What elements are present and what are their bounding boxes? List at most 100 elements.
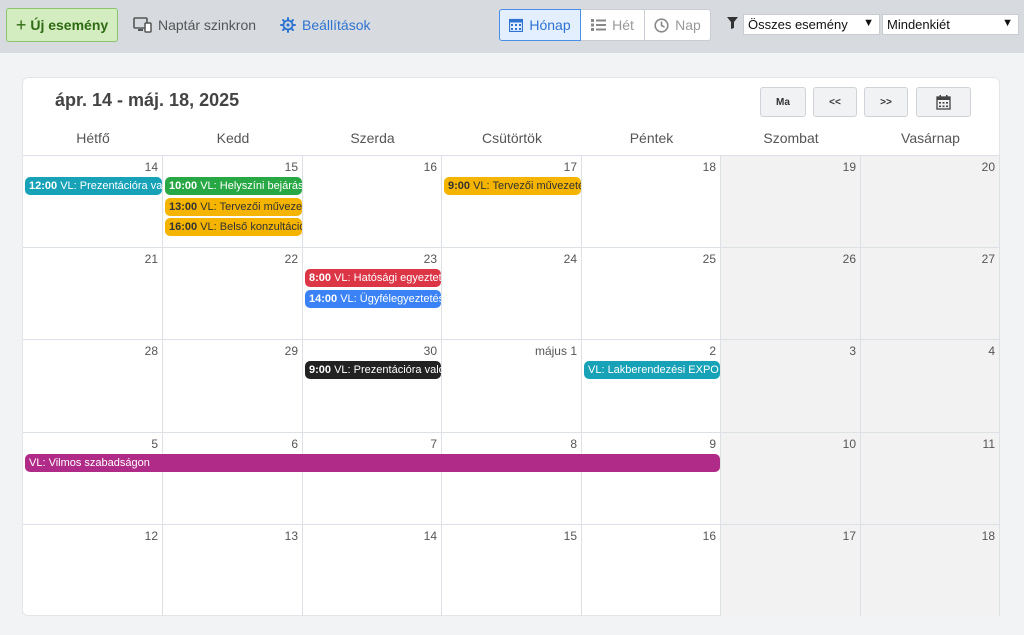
day-cell[interactable]: 25 — [582, 247, 721, 340]
day-number: 16 — [423, 160, 437, 174]
settings-button[interactable]: Beállítások — [280, 14, 370, 36]
day-cell[interactable]: 6 — [163, 431, 303, 524]
event-title: VL: Prezentációra való felkészülés — [60, 180, 162, 192]
day-cell[interactable]: 3 — [721, 339, 861, 432]
day-number: 27 — [981, 252, 995, 267]
new-event-label: Új esemény — [30, 17, 109, 33]
day-number: 17 — [563, 160, 577, 174]
day-number: 14 — [144, 160, 158, 174]
weekday-label: Péntek — [629, 130, 674, 146]
person-filter-select[interactable]: Mindenkiét ▼ — [882, 14, 1019, 35]
view-week-button[interactable]: Hét — [580, 9, 645, 41]
calendar-icon — [936, 94, 951, 110]
day-cell[interactable]: 7 — [303, 431, 442, 524]
day-cell[interactable]: 24 — [442, 247, 582, 340]
day-number: 5 — [151, 436, 158, 451]
today-button[interactable]: Ma — [760, 87, 806, 117]
day-number: 23 — [423, 252, 437, 267]
plus-icon: + — [15, 15, 27, 35]
view-switcher: Hónap Hét Nap — [499, 9, 711, 41]
day-cell[interactable]: 11 — [861, 431, 1000, 524]
calendar-event[interactable]: 8:00 VL: Hatósági egyeztetés — [305, 269, 441, 288]
day-cell[interactable]: 17 — [442, 155, 582, 248]
day-cell[interactable]: 2 — [582, 339, 721, 432]
gear-icon — [280, 17, 296, 33]
day-cell[interactable]: 14 — [303, 523, 442, 616]
day-number: 21 — [144, 252, 158, 267]
day-cell[interactable]: 18 — [582, 155, 721, 248]
day-cell[interactable]: 4 — [861, 339, 1000, 432]
day-cell[interactable]: 12 — [23, 523, 163, 616]
calendar-event[interactable]: 13:00 VL: Tervezői művezetés — [165, 197, 302, 216]
day-number: 24 — [563, 252, 577, 267]
event-time: 14:00 — [309, 292, 338, 305]
calendar-event[interactable]: 9:00 VL: Tervezői művezetés — [444, 177, 581, 195]
day-cell[interactable]: 26 — [721, 247, 861, 340]
day-cell[interactable]: 10 — [721, 431, 861, 524]
day-cell[interactable]: 8 — [442, 431, 582, 524]
day-cell[interactable]: 9 — [582, 431, 721, 524]
day-number: 15 — [563, 528, 577, 543]
day-cell[interactable]: 21 — [23, 247, 163, 340]
day-number: 8 — [570, 436, 577, 451]
calendar-event[interactable]: 9:00 VL: Prezentációra való felkészülés — [305, 361, 441, 380]
day-number: 13 — [284, 528, 298, 543]
calendar-event[interactable]: 16:00 VL: Belső konzultáció — [165, 218, 302, 236]
next-button[interactable]: >> — [864, 87, 908, 117]
event-time: 16:00 — [169, 221, 198, 233]
day-cell[interactable]: 28 — [23, 339, 163, 432]
day-cell[interactable]: 30 — [303, 339, 442, 432]
view-month-button[interactable]: Hónap — [499, 9, 581, 41]
event-title: VL: Vilmos szabadságon — [29, 456, 150, 469]
view-week-label: Hét — [612, 17, 634, 33]
day-number: 6 — [291, 436, 298, 451]
date-picker-button[interactable] — [916, 87, 971, 117]
event-time: 8:00 — [309, 272, 332, 285]
event-title: VL: Lakberendezési EXPO — [588, 364, 719, 377]
calendar-sync-button[interactable]: Naptár szinkron — [133, 14, 256, 36]
calendar-event[interactable]: 10:00 VL: Helyszíni bejárás - felmérés — [165, 177, 302, 195]
day-cell[interactable]: 13 — [163, 523, 303, 616]
day-cell[interactable]: 15 — [442, 523, 582, 616]
day-number: 30 — [423, 344, 437, 359]
previous-button[interactable]: << — [813, 87, 857, 117]
day-number: május 1 — [534, 344, 577, 359]
filter-icon — [727, 17, 738, 29]
calendar-event[interactable]: VL: Vilmos szabadságon — [25, 453, 720, 472]
day-cell[interactable]: 27 — [861, 247, 1000, 340]
month-grid: 14 15 16 17 18 19 20 21 22 23 24 25 26 27 28 29 30 május … — [23, 155, 1000, 616]
day-number: 7 — [430, 436, 437, 451]
day-number: 25 — [702, 252, 716, 267]
view-day-button[interactable]: Nap — [644, 9, 711, 41]
day-number: 18 — [981, 528, 995, 543]
calendar-event[interactable]: 14:00 VL: Ügyfélegyeztetés — [305, 289, 441, 308]
day-cell[interactable]: 14 — [23, 155, 163, 248]
day-cell[interactable]: 16 — [303, 155, 442, 248]
toolbar: + Új esemény Naptár szinkron Beállítások — [0, 0, 1024, 53]
day-number: 18 — [702, 160, 716, 174]
day-cell[interactable]: 29 — [163, 339, 303, 432]
day-number: 29 — [284, 344, 298, 359]
day-number: 28 — [144, 344, 158, 359]
new-event-button[interactable]: + Új esemény — [6, 8, 118, 42]
day-number: 9 — [709, 436, 716, 451]
day-cell[interactable]: 16 — [582, 523, 721, 616]
day-cell[interactable]: május 1 — [442, 339, 582, 432]
day-cell[interactable]: 18 — [861, 523, 1000, 616]
day-number: 20 — [981, 160, 995, 174]
day-cell[interactable]: 20 — [861, 155, 1000, 248]
day-number: 15 — [284, 160, 298, 174]
event-filter-select[interactable]: Összes esemény ▼ — [743, 14, 880, 35]
calendar-event[interactable]: VL: Lakberendezési EXPO — [584, 361, 720, 380]
day-number: 11 — [982, 436, 995, 451]
weekday-label: Szerda — [350, 130, 395, 146]
day-number: 10 — [842, 436, 856, 451]
day-cell[interactable]: 22 — [163, 247, 303, 340]
day-cell[interactable]: 5 — [23, 431, 163, 524]
event-time: 13:00 — [169, 200, 198, 213]
event-time: 9:00 — [448, 180, 471, 192]
day-cell[interactable]: 17 — [721, 523, 861, 616]
calendar-event[interactable]: 12:00 VL: Prezentációra való felkészülés — [25, 177, 162, 195]
day-number: 3 — [849, 344, 856, 359]
day-cell[interactable]: 19 — [721, 155, 861, 248]
